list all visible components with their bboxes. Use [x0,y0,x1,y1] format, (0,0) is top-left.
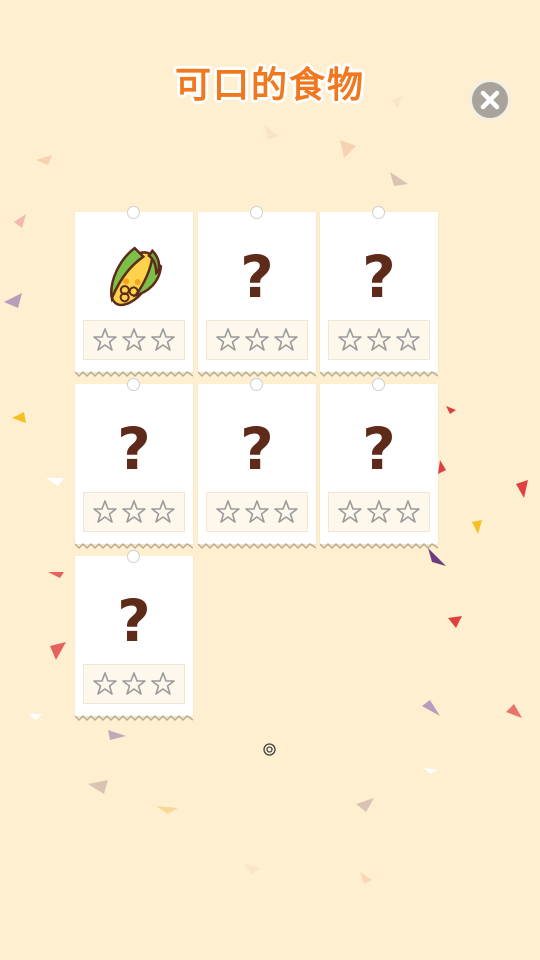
corn-icon [109,246,163,307]
food-card-locked[interactable]: ? [198,378,316,550]
star-rating [83,664,185,704]
star-outline-icon [216,328,298,351]
star-rating [328,492,430,532]
food-collection-grid: ? ? ? ? ? ? [75,206,441,730]
page-title: 可口的食物 [174,65,365,106]
pin-icon [250,206,263,219]
torn-edge [320,370,438,378]
food-card-corn[interactable] [75,206,193,378]
question-mark: ? [117,587,151,655]
food-card-locked[interactable]: ? [320,206,438,378]
food-card-locked[interactable]: ? [320,378,438,550]
pin-icon [127,378,140,391]
star-outline-icon [93,328,175,351]
star-outline-icon [93,500,175,523]
torn-edge [75,714,193,722]
star-outline-icon [338,328,420,351]
pin-icon [250,378,263,391]
star-rating [83,320,185,360]
torn-edge [75,542,193,550]
torn-edge [198,542,316,550]
star-outline-icon [93,672,175,695]
star-outline-icon [216,500,298,523]
pin-icon [127,206,140,219]
close-icon [480,90,500,110]
food-card-locked[interactable]: ? [75,550,193,722]
question-mark: ? [362,243,396,311]
question-mark: ? [117,415,151,483]
torn-edge [75,370,193,378]
star-rating [206,320,308,360]
torn-edge [198,370,316,378]
star-rating [83,492,185,532]
close-button[interactable] [469,79,511,121]
question-mark: ? [240,415,274,483]
star-rating [206,492,308,532]
star-outline-icon [338,500,420,523]
food-card-locked[interactable]: ? [75,378,193,550]
question-mark: ? [240,243,274,311]
question-mark: ? [362,415,396,483]
pin-icon [372,206,385,219]
page-indicator-icon [263,743,276,756]
torn-edge [320,542,438,550]
pin-icon [127,550,140,563]
pin-icon [372,378,385,391]
food-card-locked[interactable]: ? [198,206,316,378]
star-rating [328,320,430,360]
